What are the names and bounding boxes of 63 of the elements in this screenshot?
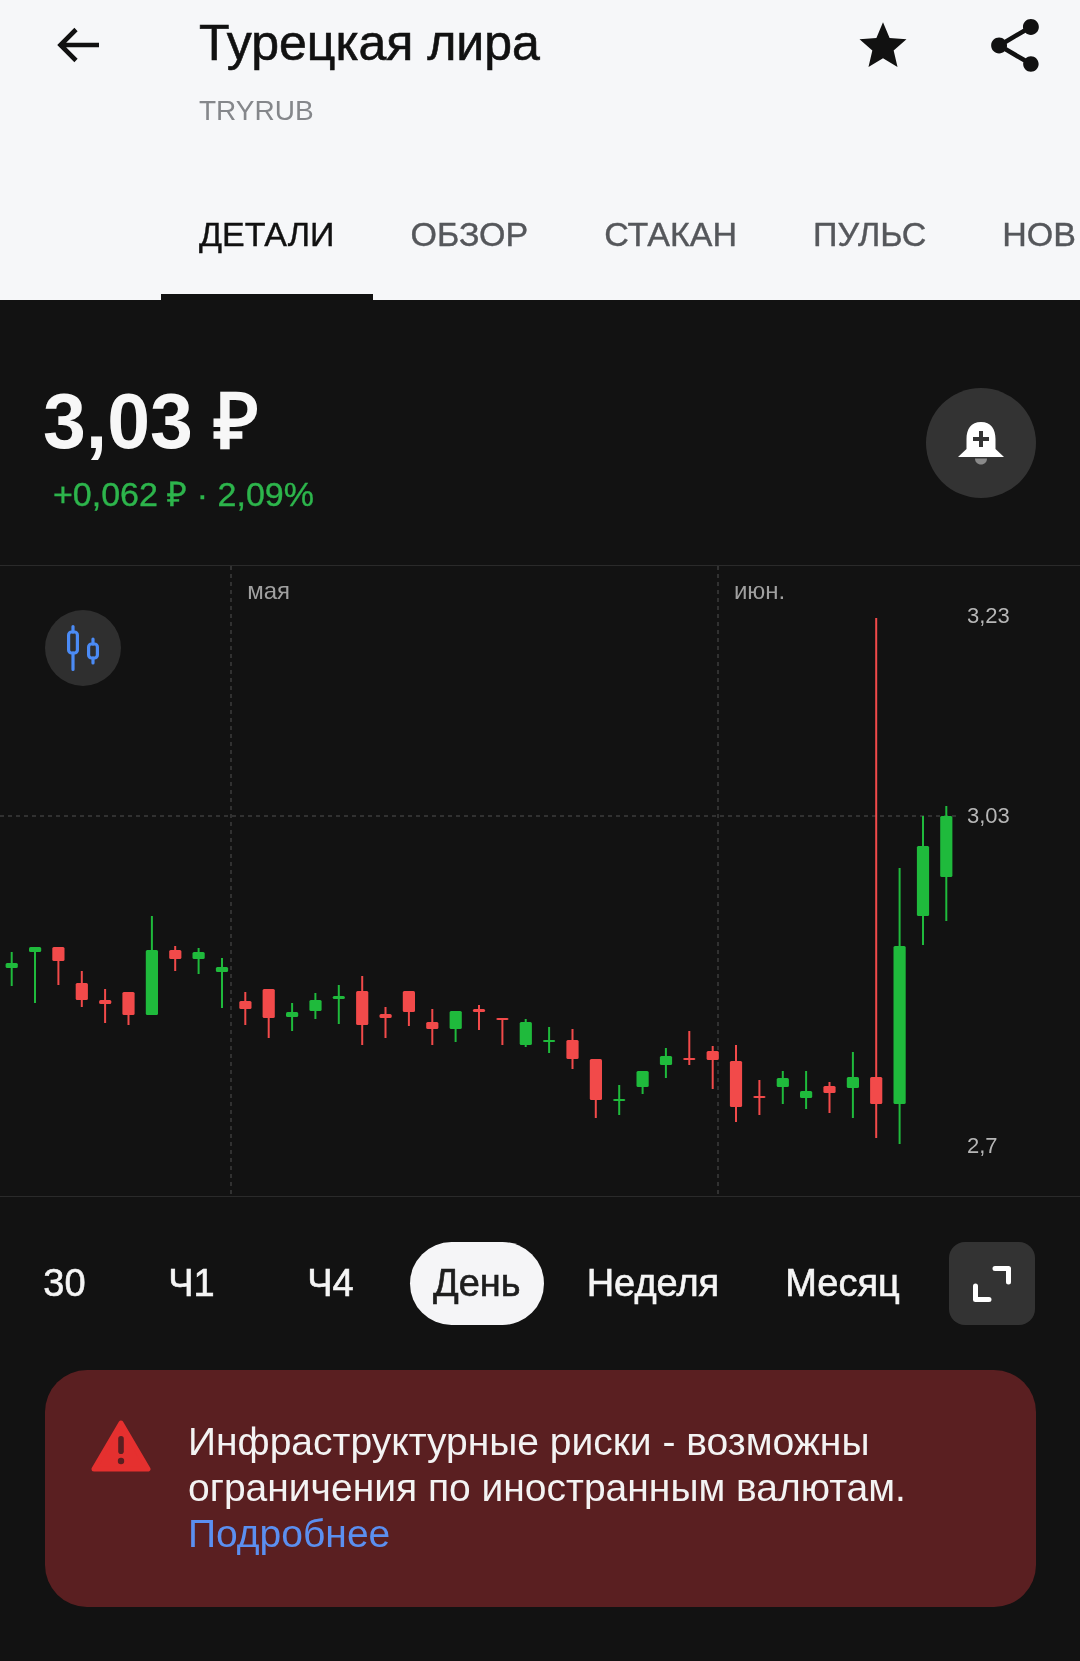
candle <box>753 1079 766 1116</box>
candle <box>52 946 65 986</box>
candle <box>683 1030 696 1066</box>
warning-message: Инфраструктурные риски - возможны ограничения по иностранным валютам. <box>188 1419 907 1511</box>
more-link[interactable]: Подробнее <box>188 1511 391 1557</box>
tab[interactable]: ОБЗОР <box>372 214 567 300</box>
price-value: 3,03 ₽ <box>43 377 260 465</box>
share-icon[interactable] <box>991 19 1039 72</box>
timeframe-button[interactable]: 30 <box>0 1242 112 1325</box>
candle <box>449 1010 462 1043</box>
candle <box>309 992 322 1020</box>
candle <box>519 1018 532 1048</box>
candle <box>122 991 135 1026</box>
candle <box>75 970 88 1008</box>
arrow-left-icon[interactable] <box>55 25 101 65</box>
tab[interactable]: ДЕТАЛИ <box>161 214 373 300</box>
candle <box>169 945 182 972</box>
expand-icon <box>972 1264 1012 1303</box>
candle <box>800 1070 813 1110</box>
candle <box>239 991 252 1026</box>
axis-label: 2,7 <box>967 1133 998 1159</box>
candle <box>472 1004 486 1031</box>
candle <box>566 1028 579 1070</box>
candle <box>543 1026 556 1054</box>
candle <box>426 1008 439 1046</box>
fullscreen-button[interactable] <box>949 1242 1035 1325</box>
price-change: +0,062 ₽ · 2,09% <box>53 474 314 514</box>
axis-label: июн. <box>733 577 786 605</box>
candle <box>823 1081 836 1114</box>
candle <box>776 1070 789 1105</box>
tab[interactable]: СТАКАН <box>566 214 775 300</box>
instrument-title: Турецкая лира <box>199 14 540 72</box>
axis-label: 3,23 <box>967 603 1010 629</box>
candle <box>706 1045 719 1090</box>
candle <box>589 1058 602 1119</box>
timeframe-button[interactable]: Неделя <box>563 1242 743 1325</box>
ticker-symbol: TRYRUB <box>199 94 314 128</box>
axis-label: мая <box>247 577 291 605</box>
candle <box>846 1051 859 1119</box>
candle <box>636 1070 649 1095</box>
candle <box>215 957 229 1009</box>
tab[interactable]: НОВ <box>964 214 1076 300</box>
tab[interactable]: ПУЛЬС <box>774 214 965 300</box>
candle <box>659 1047 673 1079</box>
timeframe-button[interactable]: Ч1 <box>132 1242 251 1325</box>
candle <box>192 947 205 975</box>
candle <box>262 988 275 1039</box>
candle <box>29 946 42 1004</box>
candle <box>496 1017 509 1046</box>
candle <box>99 988 112 1024</box>
candle <box>332 984 345 1025</box>
candle <box>5 951 18 987</box>
candle <box>613 1084 626 1116</box>
warning-icon <box>91 1419 151 1472</box>
candle <box>286 1002 299 1032</box>
timeframe-button[interactable]: День <box>410 1242 544 1325</box>
timeframe-button[interactable]: Ч4 <box>271 1242 390 1325</box>
axis-label: 3,03 <box>967 803 1010 829</box>
timeframe-button[interactable]: Месяц <box>762 1242 923 1325</box>
candle <box>356 975 369 1046</box>
candlestick-icon <box>66 625 100 671</box>
candle <box>402 990 415 1027</box>
candle <box>379 1006 392 1039</box>
